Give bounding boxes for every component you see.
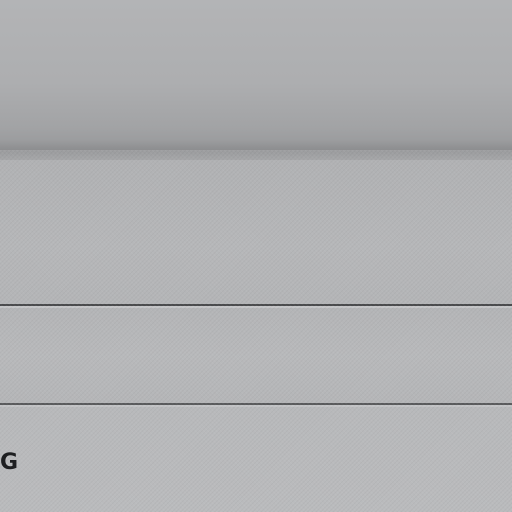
top-panel: [0, 0, 512, 150]
lower-panel: [0, 308, 512, 404]
bottom-panel: [0, 407, 512, 512]
gray-surface-photo: G: [0, 0, 512, 512]
partial-lettering: G: [0, 450, 19, 475]
middle-panel: [0, 160, 512, 304]
